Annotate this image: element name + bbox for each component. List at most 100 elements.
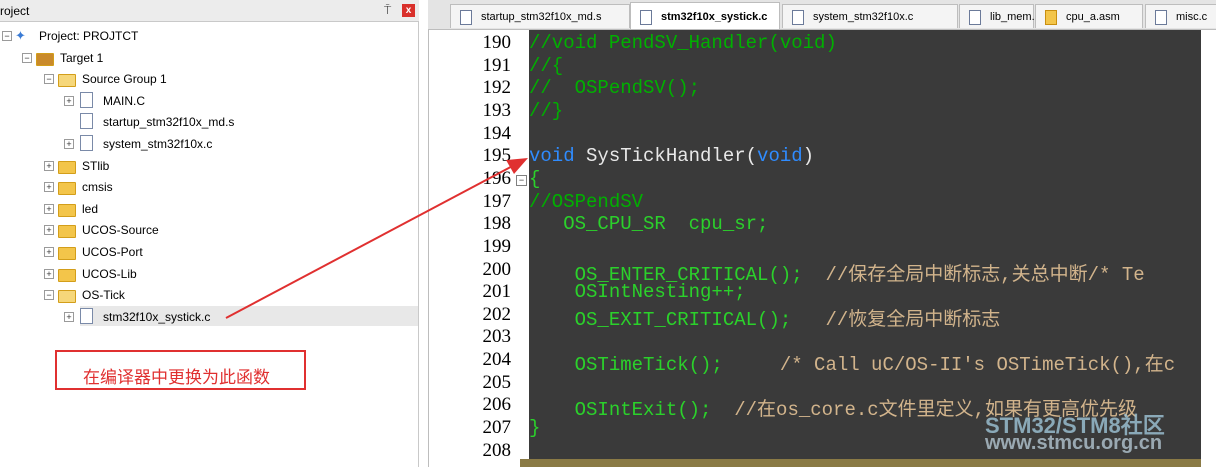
file-icon [80,135,93,151]
line-number: 192 [482,77,512,99]
folder-open-icon [58,74,76,88]
collapse-icon[interactable]: − [44,290,54,301]
line-number: 207 [482,417,512,439]
code-line: OS_CPU_SR cpu_sr; [529,213,768,235]
expand-icon[interactable]: + [64,139,74,149]
tree-item[interactable]: + STlib [44,157,410,177]
file-icon [1155,10,1167,25]
project-panel: roject ⍑ x − ✦ Project: PROJTCT − Target 1− S… [0,0,419,467]
close-icon[interactable]: x [402,4,415,17]
code-line: } [529,417,540,439]
expand-icon[interactable]: + [64,311,74,322]
tab-label: lib_mem.c [990,11,1041,23]
tree-item[interactable]: + UCOS-Port [44,243,410,263]
code-token: OSIntNesting++; [529,281,746,304]
watermark-url: www.stmcu.org.cn [985,432,1163,454]
expand-icon[interactable]: + [44,203,54,214]
tree-item[interactable]: − OS-Tick [44,286,410,306]
file-icon [460,10,472,25]
code-line: { [529,168,540,190]
line-number: 206 [482,394,512,416]
tree-item-label: UCOS-Source [82,223,159,238]
tree-item[interactable]: + cmsis [44,178,410,198]
editor-tab[interactable]: misc.c [1145,4,1216,28]
code-line: //{ [529,55,563,77]
collapse-icon[interactable]: − [44,74,54,85]
tree-item-label: Target 1 [60,50,104,65]
line-number: 204 [482,349,512,371]
file-icon [640,10,652,25]
tree-item[interactable]: + UCOS-Lib [44,265,410,285]
tab-label: cpu_a.asm [1066,11,1120,23]
function-name-token: SysTickHandler( [574,145,758,168]
comment-token: //} [529,99,564,122]
tree-item[interactable]: − Source Group 1 [44,70,410,90]
folder-icon [58,203,76,217]
tree-item-label: startup_stm32f10x_md.s [103,115,235,130]
tree-item[interactable]: + led [44,200,410,220]
punctuation-token: ) [802,145,815,168]
tree-item-label: stm32f10x_systick.c [103,309,211,324]
expand-icon[interactable]: + [64,95,74,106]
tree-item-label: system_stm32f10x.c [103,137,213,151]
code-line: //void PendSV_Handler(void) [529,32,837,54]
expand-icon[interactable]: + [44,247,54,257]
folder-icon [58,160,76,174]
line-number: 199 [482,235,512,257]
expand-icon[interactable]: + [44,268,54,279]
editor-tab[interactable]: startup_stm32f10x_md.s [450,4,630,28]
folder-icon [58,225,76,239]
collapse-icon[interactable]: − [22,52,32,63]
vertical-scrollbar[interactable] [1201,30,1216,467]
editor-tab[interactable]: cpu_a.asm [1035,4,1143,28]
line-number: 197 [482,190,512,212]
target-icon [36,52,54,66]
tree-item[interactable]: + stm32f10x_systick.c [64,307,410,328]
tree-item-label: UCOS-Port [82,245,143,259]
tree-item[interactable]: + UCOS-Source [44,221,410,241]
expand-icon[interactable]: + [44,182,54,193]
tree-item-label: led [82,201,99,216]
comment-token: //恢复全局中断标志 [825,308,1001,331]
pin-icon[interactable]: ⍑ [384,3,391,18]
code-token: { [529,167,541,190]
tree-item[interactable]: − ✦ Project: PROJTCT [2,27,410,47]
folder-icon [58,247,76,260]
line-number: 194 [482,122,512,144]
bottom-strip [520,459,1201,467]
keyword-token: void [529,145,575,168]
tab-label: stm32f10x_systick.c [661,11,768,23]
annotation-callout: 在编译器中更换为此函数 [55,350,306,390]
editor-tab[interactable]: stm32f10x_systick.c [630,2,780,29]
tree-item[interactable]: startup_stm32f10x_md.s [64,113,410,133]
line-number: 203 [482,326,512,348]
tree-item[interactable]: + MAIN.C [64,91,410,112]
code-line: //OSPendSV [529,191,643,213]
expand-icon[interactable]: + [44,225,54,236]
editor-tab[interactable]: lib_mem.c [959,4,1040,28]
expand-icon[interactable]: + [44,160,54,171]
line-number: 200 [482,258,512,280]
code-line: OSIntNesting++; [529,281,746,303]
tree-item[interactable]: − Target 1 [22,49,410,69]
line-number: 201 [482,281,512,303]
tree-item-label: Source Group 1 [82,72,167,87]
file-icon [792,10,804,25]
comment-token: // OSPendSV(); [529,77,701,100]
collapse-icon[interactable]: − [2,31,12,41]
editor-tab[interactable]: system_stm32f10x.c [782,4,958,28]
code-token: OS_EXIT_CRITICAL(); [529,308,826,331]
comment-token: //void PendSV_Handler(void) [529,32,837,54]
project-icon: ✦ [15,28,26,43]
code-line: // OSPendSV(); [529,77,700,99]
file-icon [1045,10,1057,25]
comment-token: //保存全局中断标志,关总中断/* Te [825,263,1145,286]
line-number: 196 [482,167,512,189]
fold-icon[interactable]: − [516,174,527,186]
code-token: OS_CPU_SR cpu_sr; [529,213,769,236]
code-editor[interactable]: //void PendSV_Handler(void)//{// OSPendS… [529,30,1201,467]
keyword-token: void [757,145,803,168]
panel-title: roject [0,4,30,18]
tree-item[interactable]: + system_stm32f10x.c [64,135,410,155]
code-token: OSTimeTick(); [529,354,780,377]
